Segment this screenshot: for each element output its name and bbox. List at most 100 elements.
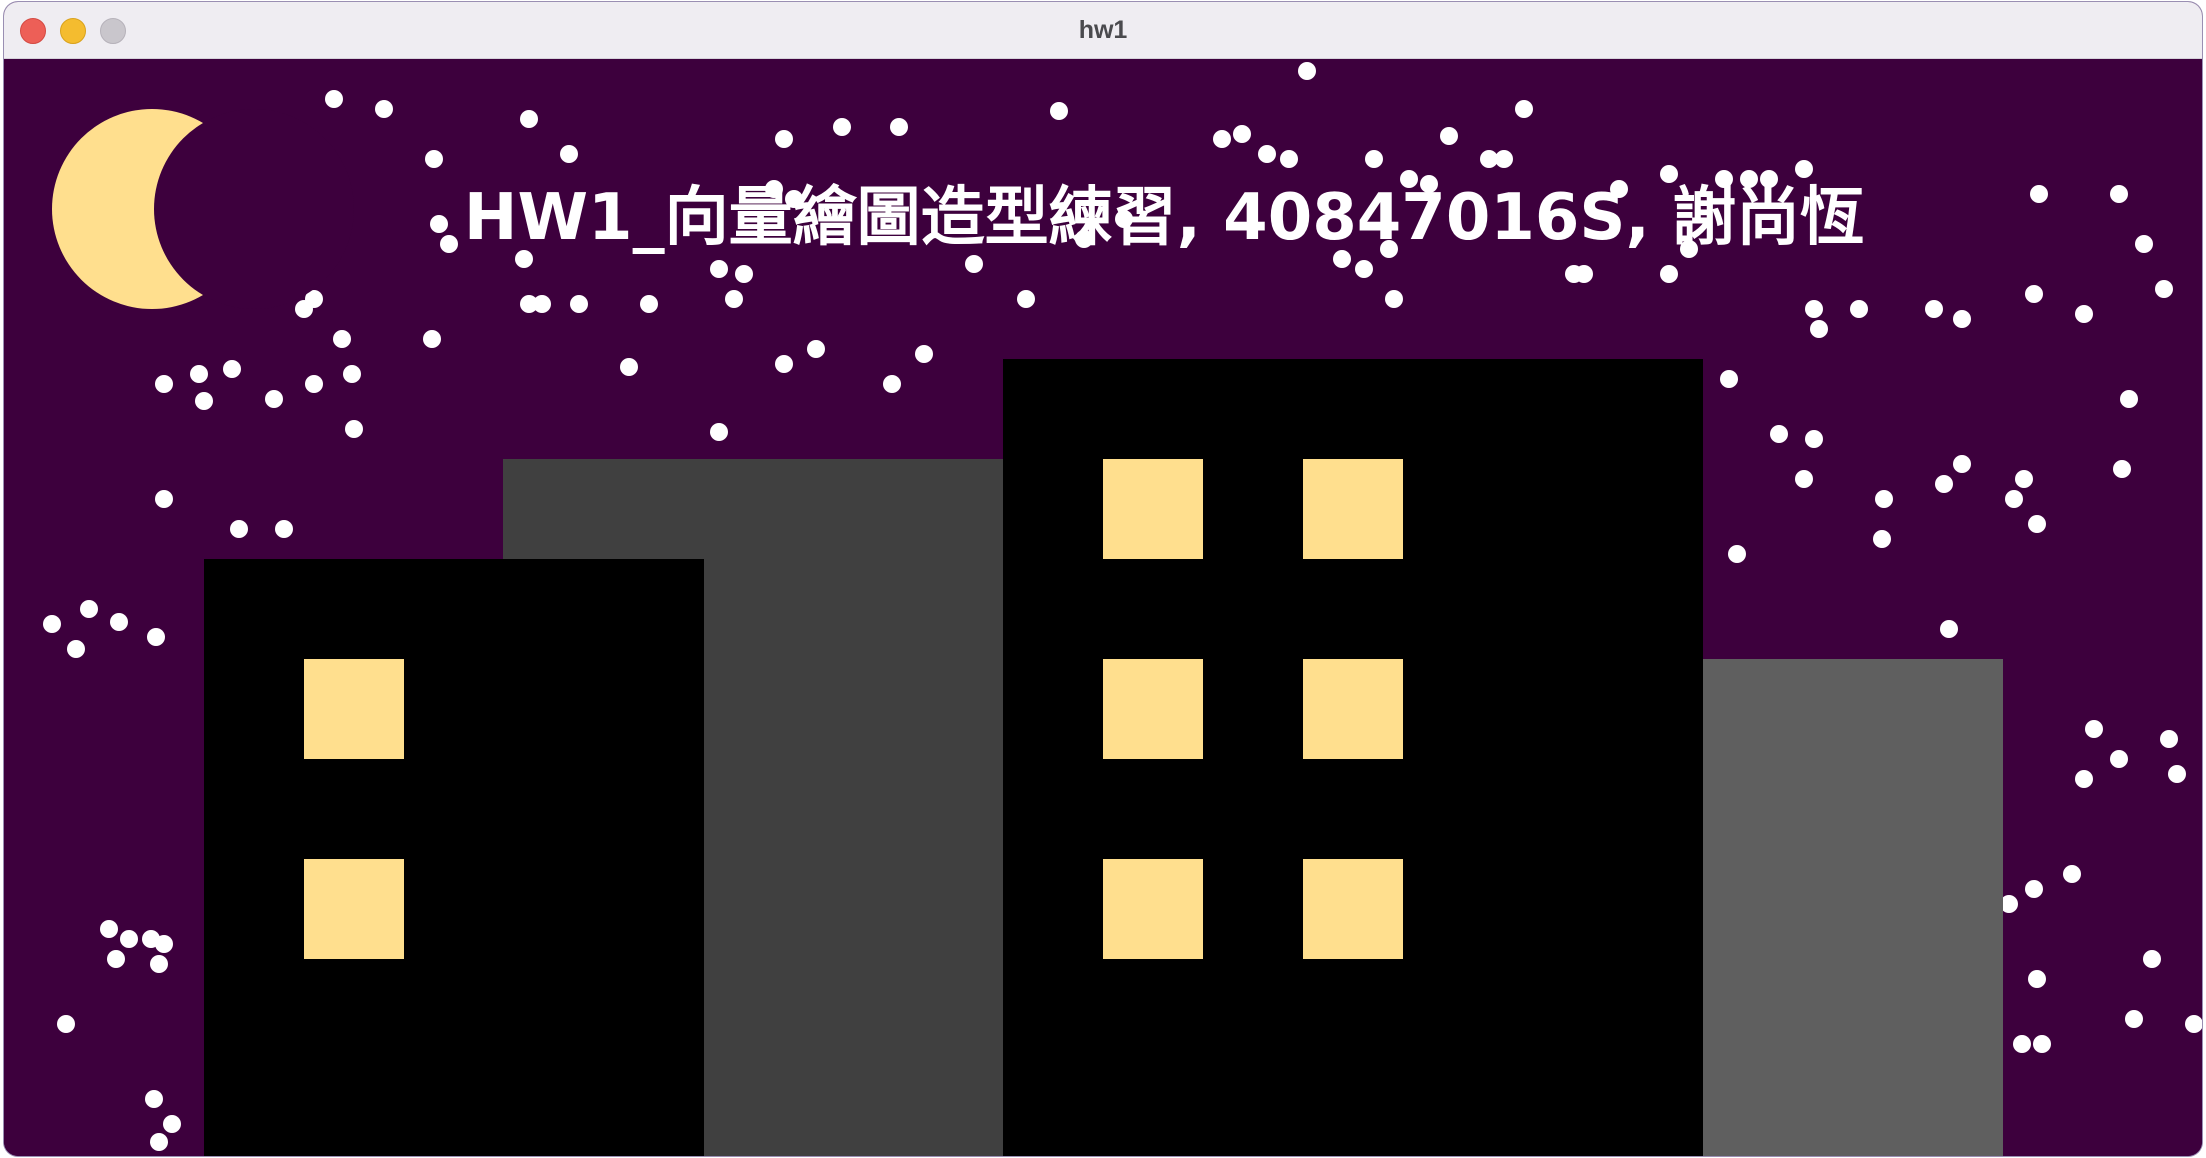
moon-icon bbox=[52, 109, 354, 309]
star bbox=[1850, 300, 1868, 318]
star bbox=[2120, 390, 2138, 408]
star bbox=[1805, 300, 1823, 318]
drawing-canvas: HW1_向量繪圖造型練習, 40847016S, 謝尚恆 bbox=[4, 59, 2202, 1156]
star bbox=[150, 1133, 168, 1151]
star bbox=[275, 520, 293, 538]
star bbox=[1213, 130, 1231, 148]
star bbox=[1810, 320, 1828, 338]
star bbox=[915, 345, 933, 363]
scene-svg: HW1_向量繪圖造型練習, 40847016S, 謝尚恆 bbox=[4, 59, 2202, 1156]
star bbox=[1935, 475, 1953, 493]
star bbox=[2033, 1035, 2051, 1053]
star bbox=[2143, 950, 2161, 968]
star bbox=[2110, 750, 2128, 768]
star bbox=[1953, 310, 1971, 328]
star bbox=[110, 613, 128, 631]
star bbox=[423, 330, 441, 348]
lit-window bbox=[304, 659, 404, 759]
star bbox=[1050, 102, 1068, 120]
star bbox=[1280, 150, 1298, 168]
star bbox=[560, 145, 578, 163]
star bbox=[1925, 300, 1943, 318]
star bbox=[710, 423, 728, 441]
star bbox=[2168, 765, 2186, 783]
star bbox=[2075, 770, 2093, 788]
building-left bbox=[204, 559, 704, 1156]
star bbox=[833, 118, 851, 136]
star bbox=[883, 375, 901, 393]
star bbox=[2013, 1035, 2031, 1053]
lit-window bbox=[1303, 459, 1403, 559]
star bbox=[710, 260, 728, 278]
lit-window bbox=[1103, 659, 1203, 759]
star bbox=[2028, 970, 2046, 988]
star bbox=[620, 358, 638, 376]
star bbox=[305, 375, 323, 393]
star bbox=[2160, 730, 2178, 748]
star bbox=[1440, 127, 1458, 145]
star bbox=[80, 600, 98, 618]
star bbox=[735, 265, 753, 283]
building-gray-right bbox=[1703, 659, 2003, 1156]
star bbox=[1795, 470, 1813, 488]
window-title: hw1 bbox=[1078, 16, 1128, 44]
star bbox=[2085, 720, 2103, 738]
star bbox=[425, 150, 443, 168]
title-bar[interactable]: hw1 bbox=[4, 2, 2202, 59]
star bbox=[520, 110, 538, 128]
star bbox=[230, 520, 248, 538]
star bbox=[1770, 425, 1788, 443]
star bbox=[223, 360, 241, 378]
star bbox=[155, 375, 173, 393]
star bbox=[145, 1090, 163, 1108]
star bbox=[1805, 430, 1823, 448]
star bbox=[1875, 490, 1893, 508]
star bbox=[120, 930, 138, 948]
building-tall bbox=[1003, 359, 1703, 1156]
star bbox=[2028, 515, 2046, 533]
lit-window bbox=[1303, 659, 1403, 759]
star bbox=[2005, 490, 2023, 508]
star bbox=[107, 950, 125, 968]
star bbox=[1365, 150, 1383, 168]
star bbox=[640, 295, 658, 313]
star bbox=[2135, 235, 2153, 253]
star bbox=[1953, 455, 1971, 473]
star bbox=[2110, 185, 2128, 203]
star bbox=[67, 640, 85, 658]
star bbox=[1355, 260, 1373, 278]
star bbox=[2125, 1010, 2143, 1028]
lit-window bbox=[304, 859, 404, 959]
star bbox=[2063, 865, 2081, 883]
star bbox=[1385, 290, 1403, 308]
star bbox=[520, 295, 538, 313]
star bbox=[43, 615, 61, 633]
star bbox=[57, 1015, 75, 1033]
lit-window bbox=[1103, 859, 1203, 959]
lit-window bbox=[1103, 459, 1203, 559]
star bbox=[775, 130, 793, 148]
star bbox=[725, 290, 743, 308]
star bbox=[1795, 160, 1813, 178]
star bbox=[147, 628, 165, 646]
headline-text: HW1_向量繪圖造型練習, 40847016S, 謝尚恆 bbox=[464, 181, 1864, 255]
star bbox=[333, 330, 351, 348]
star bbox=[2025, 880, 2043, 898]
star bbox=[1720, 370, 1738, 388]
star bbox=[325, 90, 343, 108]
star bbox=[155, 490, 173, 508]
star bbox=[2025, 285, 2043, 303]
star bbox=[965, 255, 983, 273]
star bbox=[570, 295, 588, 313]
star bbox=[265, 390, 283, 408]
star bbox=[1298, 62, 1316, 80]
star bbox=[195, 392, 213, 410]
star bbox=[890, 118, 908, 136]
lit-window bbox=[1303, 859, 1403, 959]
star bbox=[1017, 290, 1035, 308]
star bbox=[2030, 185, 2048, 203]
star bbox=[430, 215, 448, 233]
star bbox=[1728, 545, 1746, 563]
star bbox=[1258, 145, 1276, 163]
star bbox=[1575, 265, 1593, 283]
